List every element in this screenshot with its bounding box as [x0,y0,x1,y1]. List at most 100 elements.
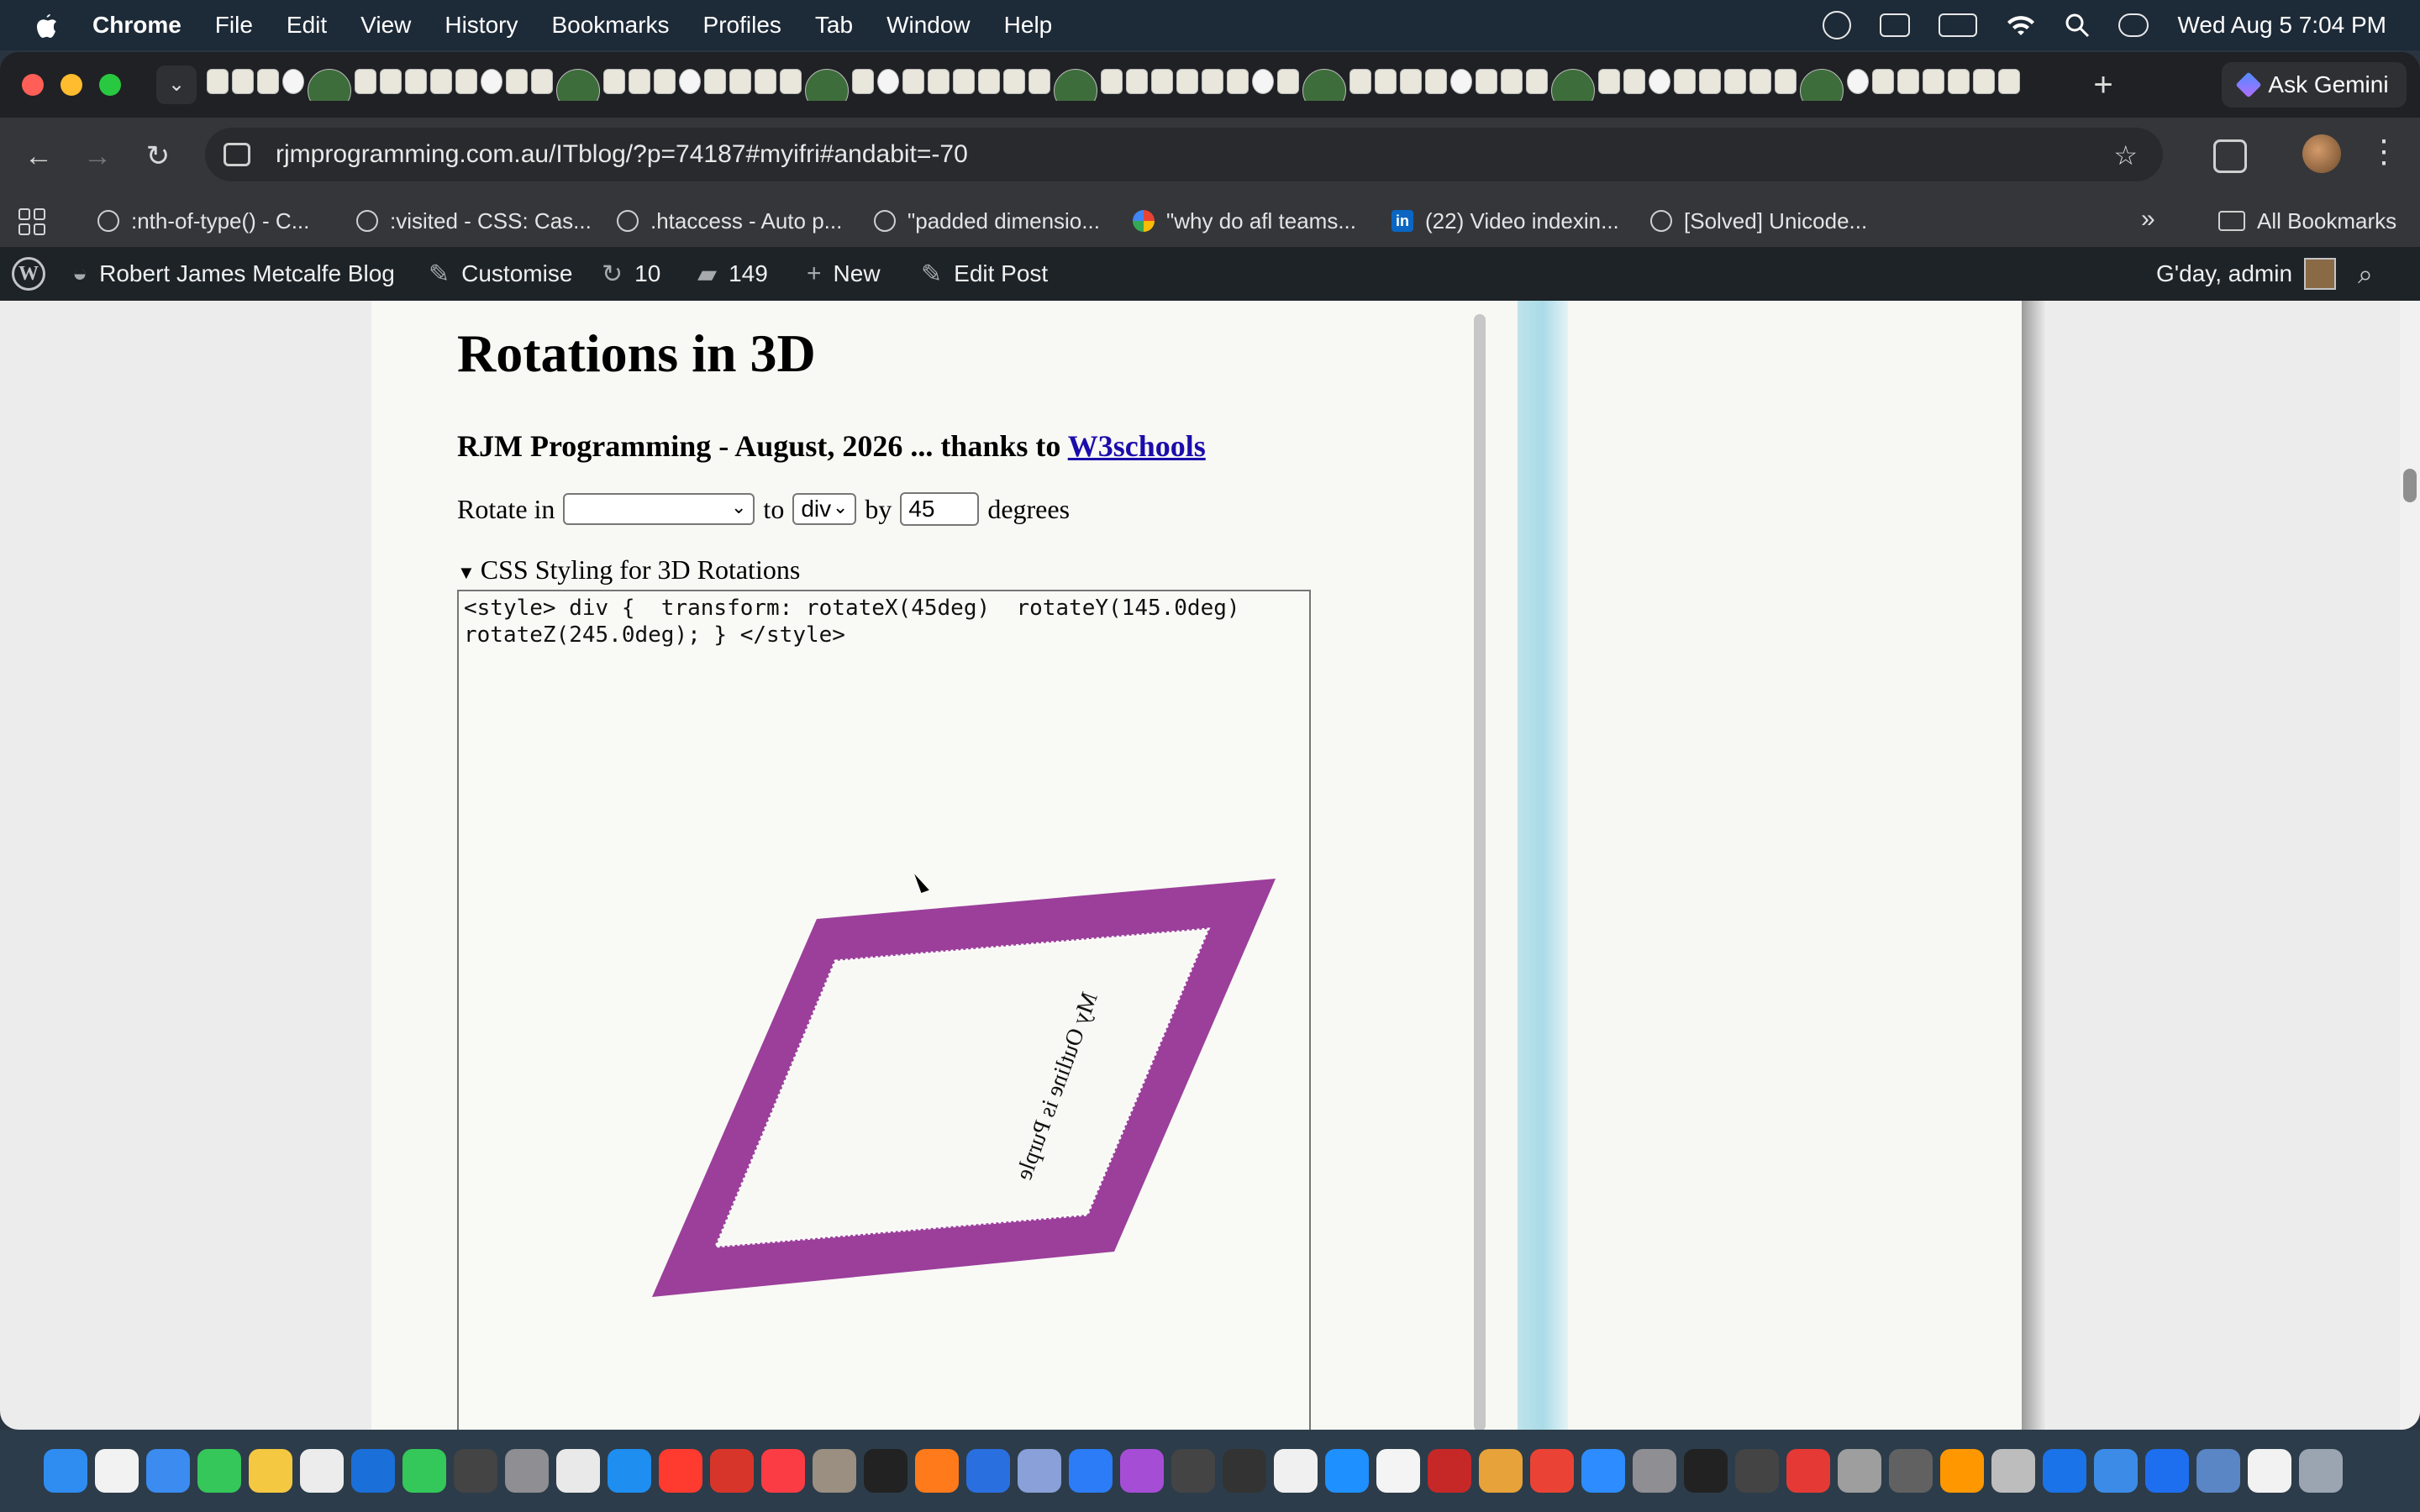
tab-favicon[interactable] [729,69,751,94]
tab-favicon[interactable] [1003,69,1025,94]
menu-clock[interactable]: Wed Aug 5 7:04 PM [2177,12,2386,39]
wp-customise-link[interactable]: ✎ Customise [429,247,572,301]
dock-app-icon[interactable] [761,1449,805,1493]
tab-favicon[interactable] [1202,69,1223,94]
tab-favicon[interactable] [1623,69,1645,94]
degrees-input[interactable] [900,492,980,526]
tab-favicon[interactable] [232,69,254,94]
dock-app-icon[interactable] [813,1449,856,1493]
dock-app-icon[interactable] [966,1449,1010,1493]
tab-favicon[interactable] [1476,69,1497,94]
wp-new-link[interactable]: + New [807,247,881,301]
dock-app-icon[interactable] [1786,1449,1830,1493]
forward-arrow-icon[interactable]: → [77,136,118,176]
wp-comments-link[interactable]: ▰ 149 [697,247,768,301]
menu-app-name[interactable]: Chrome [92,12,182,39]
tab-favicon[interactable] [780,69,802,94]
dock-app-icon[interactable] [556,1449,600,1493]
control-center-icon[interactable] [2118,13,2149,37]
dock-app-icon[interactable] [1376,1449,1420,1493]
dock-app-icon[interactable] [351,1449,395,1493]
tab-favicon[interactable] [1775,69,1797,94]
dock-app-icon[interactable] [1018,1449,1061,1493]
tab-favicon[interactable] [1302,69,1346,101]
dock-app-icon[interactable] [659,1449,702,1493]
chrome-menu-kebab-icon[interactable]: ⋮ [2368,133,2400,171]
tab-favicon[interactable] [654,69,676,94]
dock-app-icon[interactable] [1325,1449,1369,1493]
dock-app-icon[interactable] [1274,1449,1318,1493]
dock-app-icon[interactable] [710,1449,754,1493]
tab-favicon[interactable] [1973,69,1995,94]
tab-favicon[interactable] [1699,69,1721,94]
tab-favicon[interactable] [355,69,376,94]
dock-app-icon[interactable] [505,1449,549,1493]
dock-app-icon[interactable] [2094,1449,2138,1493]
dock-app-icon[interactable] [1223,1449,1266,1493]
dock-app-icon[interactable] [454,1449,497,1493]
tab-favicon[interactable] [405,69,427,94]
dock-app-icon[interactable] [2145,1449,2189,1493]
menu-edit[interactable]: Edit [287,12,327,39]
tab-favicon[interactable] [629,69,650,94]
tab-favicon[interactable] [1176,69,1198,94]
tab-favicon[interactable] [679,69,701,94]
ask-gemini-button[interactable]: Ask Gemini [2222,62,2407,108]
tab-favicon[interactable] [1551,69,1595,101]
spotlight-search-icon[interactable] [2065,13,2090,38]
reload-icon[interactable]: ↻ [138,136,178,176]
tab-favicon[interactable] [1526,69,1548,94]
dock-app-icon[interactable] [95,1449,139,1493]
tab-favicon[interactable] [556,69,600,101]
dock-app-icon[interactable] [2248,1449,2291,1493]
tab-favicon[interactable] [1800,69,1844,101]
menu-view[interactable]: View [360,12,411,39]
tab-favicon[interactable] [1674,69,1696,94]
menu-bookmarks[interactable]: Bookmarks [551,12,669,39]
bookmark-item[interactable]: :nth-of-type() - C... [97,195,309,247]
tab-favicon[interactable] [852,69,874,94]
tab-favicon[interactable] [455,69,477,94]
dock-app-icon[interactable] [2043,1449,2086,1493]
tab-favicon[interactable] [1126,69,1148,94]
all-bookmarks-button[interactable]: All Bookmarks [2218,195,2396,247]
menu-tab[interactable]: Tab [815,12,853,39]
address-bar[interactable]: rjmprogramming.com.au/ITblog/?p=74187#my… [205,128,2163,181]
tab-favicon[interactable] [1400,69,1422,94]
bookmark-item[interactable]: "why do afl teams... [1133,195,1356,247]
dock-app-icon[interactable] [402,1449,446,1493]
tab-favicon[interactable] [1948,69,1970,94]
tab-favicon[interactable] [380,69,402,94]
tab-favicon[interactable] [1227,69,1249,94]
tab-favicon[interactable] [1425,69,1447,94]
dock-app-icon[interactable] [1735,1449,1779,1493]
dock-app-icon[interactable] [1991,1449,2035,1493]
bookmark-star-icon[interactable]: ☆ [2113,139,2138,171]
w3schools-link[interactable]: W3schools [1068,429,1206,463]
tab-favicon[interactable] [1649,69,1670,94]
tab-favicon[interactable] [755,69,776,94]
wifi-icon[interactable] [2006,13,2036,37]
tab-favicon[interactable] [207,69,229,94]
tab-favicon[interactable] [257,69,279,94]
zoom-window-button[interactable] [99,74,121,96]
tab-favicon[interactable] [1872,69,1894,94]
tab-favicon[interactable] [1375,69,1397,94]
tab-favicon[interactable] [877,69,899,94]
css-styling-details-toggle[interactable]: ▼ CSS Styling for 3D Rotations [457,554,800,585]
close-window-button[interactable] [22,74,44,96]
menu-window[interactable]: Window [886,12,971,39]
dock-app-icon[interactable] [300,1449,344,1493]
tab-favicon[interactable] [902,69,924,94]
dock-app-icon[interactable] [146,1449,190,1493]
tab-favicon[interactable] [1252,69,1274,94]
tab-favicon[interactable] [481,69,502,94]
dock-app-icon[interactable] [44,1449,87,1493]
dock-app-icon[interactable] [1684,1449,1728,1493]
menu-help[interactable]: Help [1004,12,1053,39]
tab-favicon[interactable] [1998,69,2020,94]
battery-icon[interactable] [1939,13,1978,37]
dock-app-icon[interactable] [1171,1449,1215,1493]
dock-app-icon[interactable] [1633,1449,1676,1493]
new-tab-plus-icon[interactable]: + [2082,64,2124,106]
